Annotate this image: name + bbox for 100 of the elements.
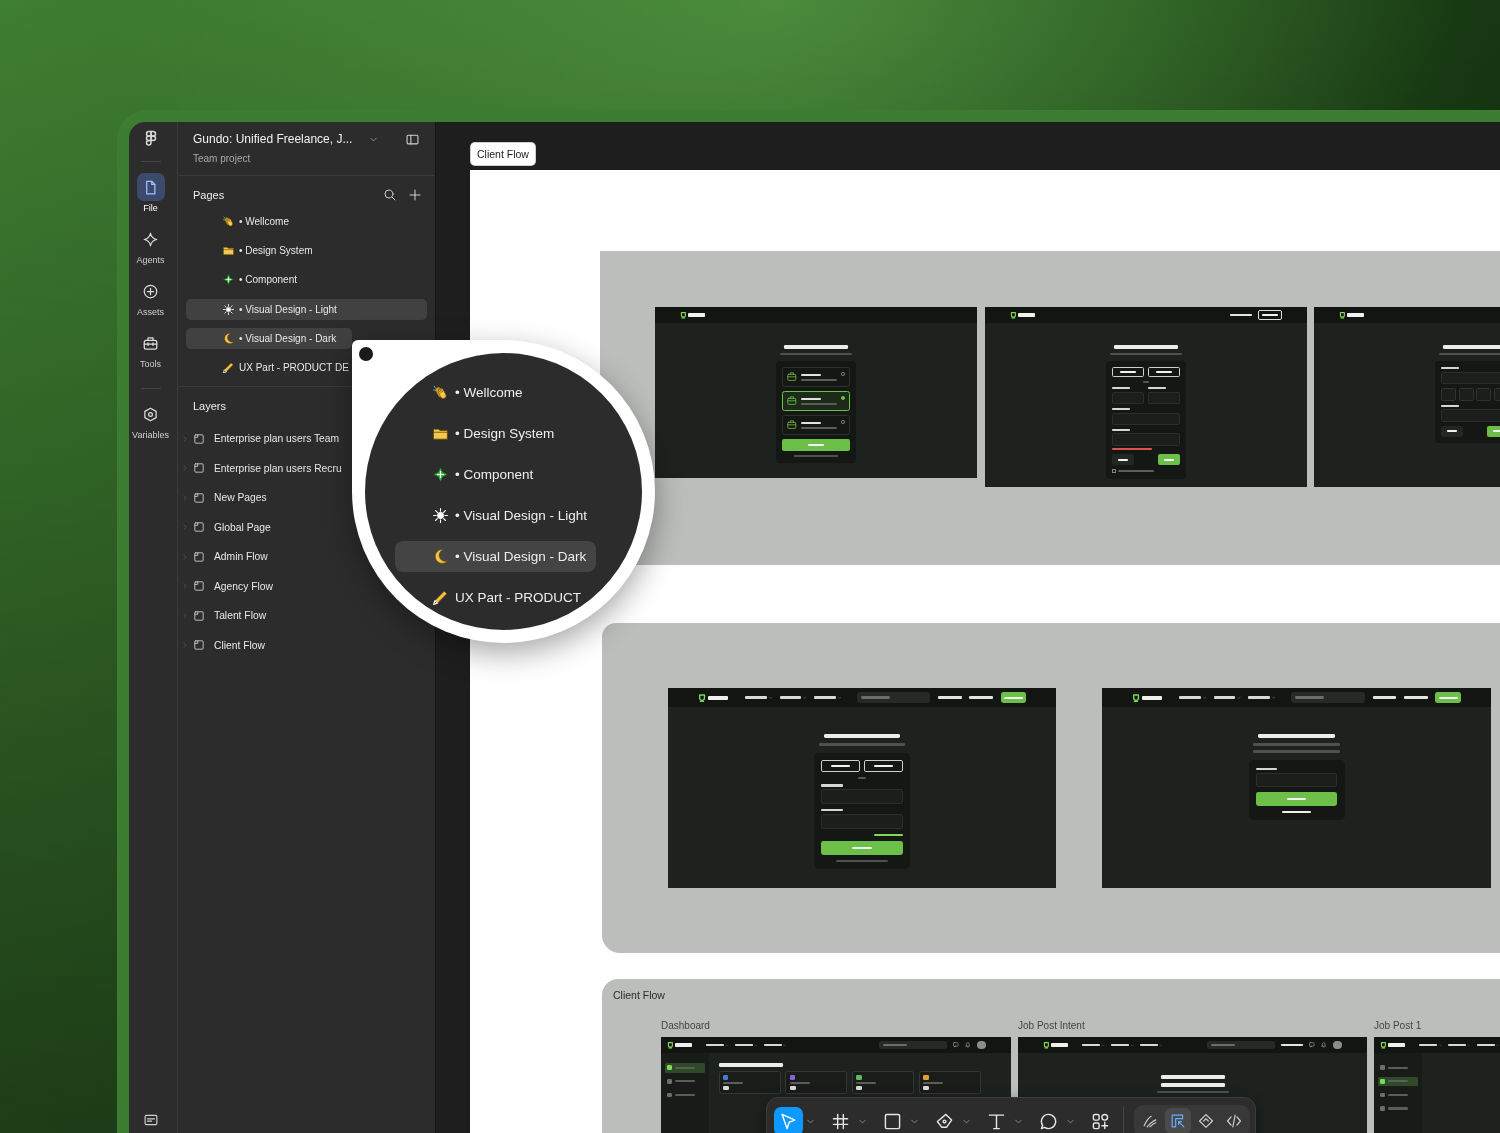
link-placeholder[interactable]: [874, 833, 903, 837]
input-field[interactable]: [1112, 391, 1144, 404]
text-placeholder: [1388, 1066, 1409, 1069]
nav-link-placeholder[interactable]: [1139, 1044, 1158, 1046]
nav-link-placeholder[interactable]: [1476, 1044, 1495, 1046]
chat-icon[interactable]: [953, 1042, 960, 1048]
page-item[interactable]: • Visual Design - Dark: [395, 540, 597, 572]
page-item[interactable]: • Component: [433, 465, 534, 483]
input-field[interactable]: [1441, 409, 1500, 422]
page-item[interactable]: UX Part - PRODUCT: [433, 588, 581, 606]
search-field[interactable]: [879, 1040, 948, 1050]
plus-icon[interactable]: [409, 189, 421, 201]
folder-icon: [433, 425, 448, 441]
social-login-button[interactable]: [864, 760, 903, 772]
page-item[interactable]: • Visual Design - Light: [433, 506, 588, 524]
layer-item[interactable]: Enterprise plan users Recru: [182, 457, 342, 479]
back-button[interactable]: [1112, 454, 1134, 465]
layer-item[interactable]: Admin Flow: [182, 546, 268, 568]
sidebar-item[interactable]: [1378, 1076, 1418, 1087]
nav-link-placeholder[interactable]: [1447, 1044, 1466, 1046]
choice-card[interactable]: [782, 367, 850, 387]
input-field[interactable]: [1112, 412, 1180, 425]
rail-button[interactable]: [136, 173, 165, 201]
layer-item[interactable]: Agency Flow: [182, 575, 273, 597]
page-item[interactable]: • Wellcome: [433, 383, 523, 401]
page-item[interactable]: • Visual Design - Dark: [186, 328, 352, 350]
nav-link-placeholder[interactable]: [779, 696, 802, 699]
nav-link-placeholder[interactable]: [1281, 1044, 1304, 1046]
page-item[interactable]: • Component: [186, 269, 427, 291]
rail-label: Variables: [132, 430, 169, 441]
nav-link-placeholder[interactable]: [1372, 696, 1397, 699]
choice-card[interactable]: [782, 415, 850, 435]
placeholder-icon: [667, 1065, 673, 1071]
layer-item[interactable]: Talent Flow: [182, 605, 267, 627]
page-item[interactable]: • Design System: [186, 239, 427, 261]
primary-button[interactable]: [1255, 792, 1338, 806]
text-placeholder: [800, 426, 837, 429]
input-field[interactable]: [821, 814, 903, 829]
frame-title[interactable]: Dashboard: [661, 1020, 710, 1031]
text-placeholder: [1120, 371, 1136, 374]
logo-text-placeholder: [1347, 313, 1364, 317]
social-login-button[interactable]: [821, 760, 860, 772]
layer-item[interactable]: Client Flow: [182, 634, 265, 656]
frame-title[interactable]: Job Post Intent: [1018, 1020, 1085, 1031]
text-placeholder: [800, 402, 837, 405]
radio-button[interactable]: [841, 396, 845, 400]
panel-icon[interactable]: [143, 1113, 158, 1127]
search-icon[interactable]: [384, 189, 396, 201]
search-field[interactable]: [856, 692, 931, 703]
lens-handle-dot[interactable]: [359, 347, 373, 361]
text-placeholder: [675, 1093, 696, 1097]
nav-link-placeholder[interactable]: [1111, 1044, 1130, 1046]
mode-button[interactable]: [1165, 1108, 1191, 1133]
header-button[interactable]: [1000, 692, 1027, 704]
sidebar-item[interactable]: [665, 1063, 705, 1073]
search-field[interactable]: [1206, 1040, 1275, 1050]
chat-icon[interactable]: [1309, 1042, 1316, 1048]
section-heading: Pages: [193, 188, 226, 202]
nav-link-placeholder[interactable]: [706, 1044, 725, 1046]
bell-icon[interactable]: [1321, 1042, 1327, 1048]
link-placeholder[interactable]: [1282, 811, 1311, 814]
social-login-button[interactable]: [1112, 367, 1144, 377]
header-button[interactable]: [1435, 692, 1462, 704]
page-item[interactable]: UX Part - PRODUCT DE: [186, 357, 352, 379]
back-button[interactable]: [1441, 426, 1463, 437]
bell-icon[interactable]: [965, 1042, 971, 1048]
input-field[interactable]: [1255, 772, 1338, 788]
nav-link-placeholder[interactable]: [1082, 1044, 1101, 1046]
avatar[interactable]: [1333, 1040, 1343, 1050]
header-button[interactable]: [1258, 310, 1283, 320]
page-item[interactable]: • Wellcome: [186, 210, 427, 232]
briefcase-icon: [787, 372, 797, 382]
social-login-button[interactable]: [1148, 367, 1180, 377]
checkbox[interactable]: [1112, 469, 1116, 473]
comment-icon: [1040, 1112, 1057, 1130]
search-field[interactable]: [1290, 692, 1365, 703]
tool-button[interactable]: [774, 1106, 803, 1133]
layer-item[interactable]: New Pages: [182, 487, 267, 509]
input-field[interactable]: [1112, 433, 1180, 446]
input-field[interactable]: [1148, 391, 1180, 404]
nav-link-placeholder[interactable]: [1213, 696, 1236, 699]
rail-label: File: [143, 203, 158, 214]
caret-icon: [1271, 695, 1276, 700]
project-title[interactable]: Gundo: Unified Freelance, J...: [193, 131, 353, 147]
sidebar-toggle-icon[interactable]: [406, 132, 419, 146]
choice-card[interactable]: [782, 391, 850, 411]
layer-item[interactable]: Global Page: [182, 516, 271, 538]
frame-name-label[interactable]: Client Flow: [471, 143, 535, 165]
nav-link-placeholder[interactable]: [1419, 1044, 1438, 1046]
nav-link-placeholder[interactable]: [734, 1044, 753, 1046]
nav-link-placeholder[interactable]: [1229, 314, 1252, 316]
input-field[interactable]: [1441, 371, 1500, 384]
avatar[interactable]: [977, 1040, 987, 1050]
nav-link-placeholder[interactable]: [763, 1044, 782, 1046]
page-item[interactable]: • Design System: [433, 424, 555, 442]
frame-title[interactable]: Job Post 1: [1374, 1020, 1422, 1031]
layer-item[interactable]: Enterprise plan users Team: [182, 428, 340, 450]
page-item[interactable]: • Visual Design - Light: [186, 298, 427, 320]
nav-link-placeholder[interactable]: [1403, 696, 1428, 699]
input-field[interactable]: [821, 789, 903, 804]
